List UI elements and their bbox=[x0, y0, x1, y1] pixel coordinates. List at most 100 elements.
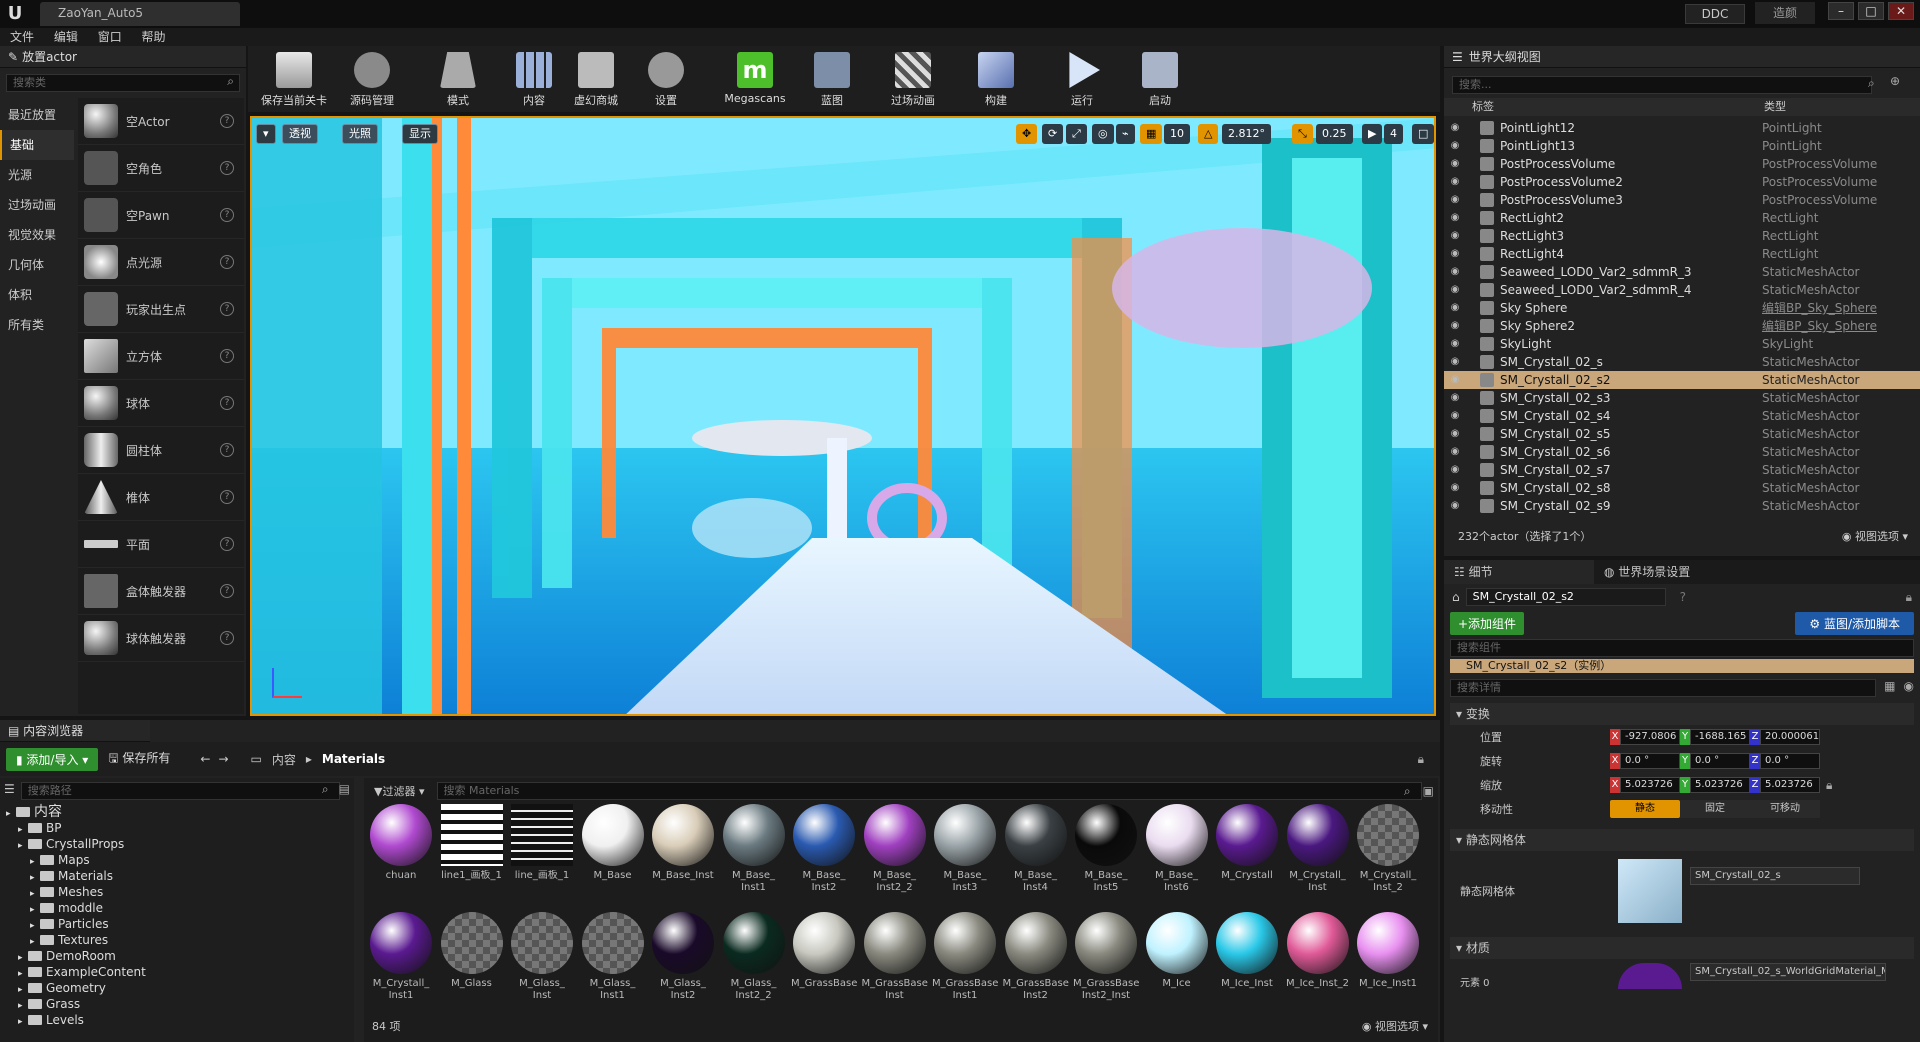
show-button[interactable]: 显示 bbox=[402, 124, 438, 144]
tab-world-settings[interactable]: ◍ 世界场景设置 bbox=[1594, 560, 1744, 584]
minimize-icon[interactable]: – bbox=[1828, 2, 1854, 20]
outliner-row[interactable]: ◉ SM_Crystall_02_s6 StaticMeshActor bbox=[1444, 443, 1920, 461]
launch-button[interactable]: 启动 bbox=[1130, 46, 1190, 112]
tree-folder[interactable]: ▸ Materials bbox=[6, 868, 354, 884]
location-x[interactable]: -927.0806 bbox=[1620, 729, 1680, 745]
place-item[interactable]: 玩家出生点? bbox=[78, 286, 244, 333]
settings-button[interactable]: 设置 bbox=[638, 46, 694, 112]
tree-folder[interactable]: ▸ Meshes bbox=[6, 884, 354, 900]
tree-folder[interactable]: ▸ CrystallProps bbox=[6, 836, 354, 852]
asset-tile[interactable]: M_Crystall bbox=[1214, 804, 1280, 894]
asset-tile[interactable]: M_Glass bbox=[439, 912, 505, 1002]
tree-folder[interactable]: ▸ Geometry bbox=[6, 980, 354, 996]
location-z[interactable]: 20.000061 bbox=[1760, 729, 1820, 745]
asset-tile[interactable]: M_Glass_ Inst2_2 bbox=[721, 912, 787, 1002]
megascans-button[interactable]: m Megascans bbox=[722, 46, 788, 112]
rotate-tool-icon[interactable]: ⟳ bbox=[1042, 124, 1064, 144]
surface-snap-icon[interactable]: ⌁ bbox=[1116, 124, 1135, 144]
place-item[interactable]: 球体? bbox=[78, 380, 244, 427]
category-basic[interactable]: 基础 bbox=[0, 130, 74, 160]
lock-icon[interactable]: ▣ bbox=[1423, 784, 1434, 798]
tree-folder[interactable]: ▸ ExampleContent bbox=[6, 964, 354, 980]
asset-tile[interactable]: M_GrassBase Inst2 bbox=[1003, 912, 1069, 1002]
asset-tile[interactable]: M_GrassBase Inst2_Inst bbox=[1073, 912, 1139, 1002]
outliner-row[interactable]: ◉ SM_Crystall_02_s7 StaticMeshActor bbox=[1444, 461, 1920, 479]
place-item[interactable]: 圆柱体? bbox=[78, 427, 244, 474]
asset-tile[interactable]: M_Base_ Inst2 bbox=[791, 804, 857, 894]
asset-tile[interactable]: M_Crystall_ Inst bbox=[1285, 804, 1351, 894]
visibility-eye-icon[interactable]: ◉ bbox=[1444, 263, 1466, 281]
asset-tile[interactable]: M_Glass_ Inst1 bbox=[580, 912, 646, 1002]
visibility-eye-icon[interactable]: ◉ bbox=[1444, 281, 1466, 299]
visibility-eye-icon[interactable]: ◉ bbox=[1444, 227, 1466, 245]
asset-tile[interactable]: M_GrassBase Inst1 bbox=[932, 912, 998, 1002]
visibility-eye-icon[interactable]: ◉ bbox=[1444, 245, 1466, 263]
asset-tile[interactable]: M_Glass_ Inst2 bbox=[650, 912, 716, 1002]
visibility-eye-icon[interactable]: ◉ bbox=[1444, 479, 1466, 497]
category-geometry[interactable]: 几何体 bbox=[0, 250, 74, 280]
help-icon[interactable]: ? bbox=[1680, 590, 1686, 604]
material-thumbnail[interactable] bbox=[1618, 963, 1682, 989]
category-all-classes[interactable]: 所有类 bbox=[0, 310, 74, 340]
tree-folder[interactable]: ▸ moddle bbox=[6, 900, 354, 916]
material-picker[interactable]: SM_Crystall_02_s_WorldGridMaterial_M bbox=[1690, 963, 1886, 981]
outliner-row[interactable]: ◉ Seaweed_LOD0_Var2_sdmmR_3 StaticMeshActo… bbox=[1444, 263, 1920, 281]
content-button[interactable]: 内容 bbox=[506, 46, 562, 112]
outliner-row[interactable]: ◉ SM_Crystall_02_s2 StaticMeshActor bbox=[1444, 371, 1920, 389]
translate-tool-icon[interactable]: ✥ bbox=[1016, 124, 1038, 144]
lock-icon[interactable]: 🔒︎ bbox=[1418, 752, 1424, 767]
outliner-view-options[interactable]: ◉ 视图选项 ▾ bbox=[1842, 528, 1908, 544]
type-column-header[interactable]: 类型 bbox=[1764, 98, 1786, 116]
close-icon[interactable]: ✕ bbox=[1888, 2, 1914, 20]
outliner-row[interactable]: ◉ PointLight13 PointLight bbox=[1444, 137, 1920, 155]
help-icon[interactable]: ? bbox=[220, 490, 234, 504]
location-y[interactable]: -1688.165 bbox=[1690, 729, 1750, 745]
scale-z[interactable]: 5.023726 bbox=[1760, 777, 1820, 793]
viewport-options-button[interactable]: ▾ bbox=[256, 124, 276, 144]
mesh-thumbnail[interactable] bbox=[1618, 859, 1682, 923]
scale-tool-icon[interactable]: ⤢ bbox=[1066, 124, 1087, 144]
asset-tile[interactable]: M_Ice_Inst1 bbox=[1355, 912, 1421, 1002]
tree-folder[interactable]: ▸ Grass bbox=[6, 996, 354, 1012]
place-search-input[interactable]: 搜索类 bbox=[6, 74, 240, 92]
help-icon[interactable]: ? bbox=[220, 114, 234, 128]
add-component-button[interactable]: +添加组件 bbox=[1450, 612, 1525, 635]
scale-snap-value[interactable]: 0.25 bbox=[1316, 124, 1353, 144]
help-icon[interactable]: ? bbox=[220, 584, 234, 598]
mobility-static-button[interactable]: 静态 bbox=[1610, 800, 1680, 818]
save-all-button[interactable]: 🖫︎ 保存所有 bbox=[108, 749, 170, 770]
tab-details[interactable]: ☷ 细节 bbox=[1444, 560, 1594, 584]
asset-tile[interactable]: M_Crystall_ Inst1 bbox=[368, 912, 434, 1002]
blueprint-button[interactable]: 蓝图 bbox=[804, 46, 860, 112]
help-icon[interactable]: ? bbox=[220, 255, 234, 269]
mobility-stationary-button[interactable]: 固定 bbox=[1680, 800, 1750, 818]
ddc-button[interactable]: DDC bbox=[1685, 4, 1745, 24]
help-icon[interactable]: ? bbox=[220, 161, 234, 175]
lit-button[interactable]: 光照 bbox=[342, 124, 378, 144]
visibility-eye-icon[interactable]: ◉ bbox=[1444, 155, 1466, 173]
add-folder-icon[interactable]: ⊕ bbox=[1890, 74, 1900, 88]
grid-snap-icon[interactable]: ▦ bbox=[1140, 124, 1163, 144]
outliner-row[interactable]: ◉ Sky Sphere2 编辑BP_Sky_Sphere bbox=[1444, 317, 1920, 335]
visibility-eye-icon[interactable]: ◉ bbox=[1444, 497, 1466, 515]
asset-tile[interactable]: M_GrassBase Inst bbox=[862, 912, 928, 1002]
outliner-row[interactable]: ◉ PointLight12 PointLight bbox=[1444, 119, 1920, 137]
asset-tile[interactable]: M_Crystall_ Inst_2 bbox=[1355, 804, 1421, 894]
help-icon[interactable]: ? bbox=[220, 208, 234, 222]
asset-tile[interactable]: M_Base bbox=[580, 804, 646, 894]
visibility-eye-icon[interactable]: ◉ bbox=[1444, 191, 1466, 209]
menu-file[interactable]: 文件 bbox=[10, 28, 34, 46]
marketplace-button[interactable]: 虚幻商城 bbox=[566, 46, 626, 112]
visibility-eye-icon[interactable]: ◉ bbox=[1444, 407, 1466, 425]
asset-tile[interactable]: M_Base_ Inst1 bbox=[721, 804, 787, 894]
asset-tile[interactable]: M_Ice_Inst_2 bbox=[1285, 912, 1351, 1002]
lock-icon[interactable]: 🔒︎ bbox=[1826, 778, 1832, 793]
outliner-row[interactable]: ◉ RectLight4 RectLight bbox=[1444, 245, 1920, 263]
place-item[interactable]: 平面? bbox=[78, 521, 244, 568]
maximize-icon[interactable]: □ bbox=[1858, 2, 1884, 20]
outliner-row[interactable]: ◉ SM_Crystall_02_s8 StaticMeshActor bbox=[1444, 479, 1920, 497]
outliner-search-input[interactable]: 搜索... bbox=[1452, 76, 1872, 94]
lock-icon[interactable]: 🔒︎ bbox=[1906, 590, 1912, 605]
tree-folder[interactable]: ▸ 内容 bbox=[6, 804, 354, 820]
scale-x[interactable]: 5.023726 bbox=[1620, 777, 1680, 793]
